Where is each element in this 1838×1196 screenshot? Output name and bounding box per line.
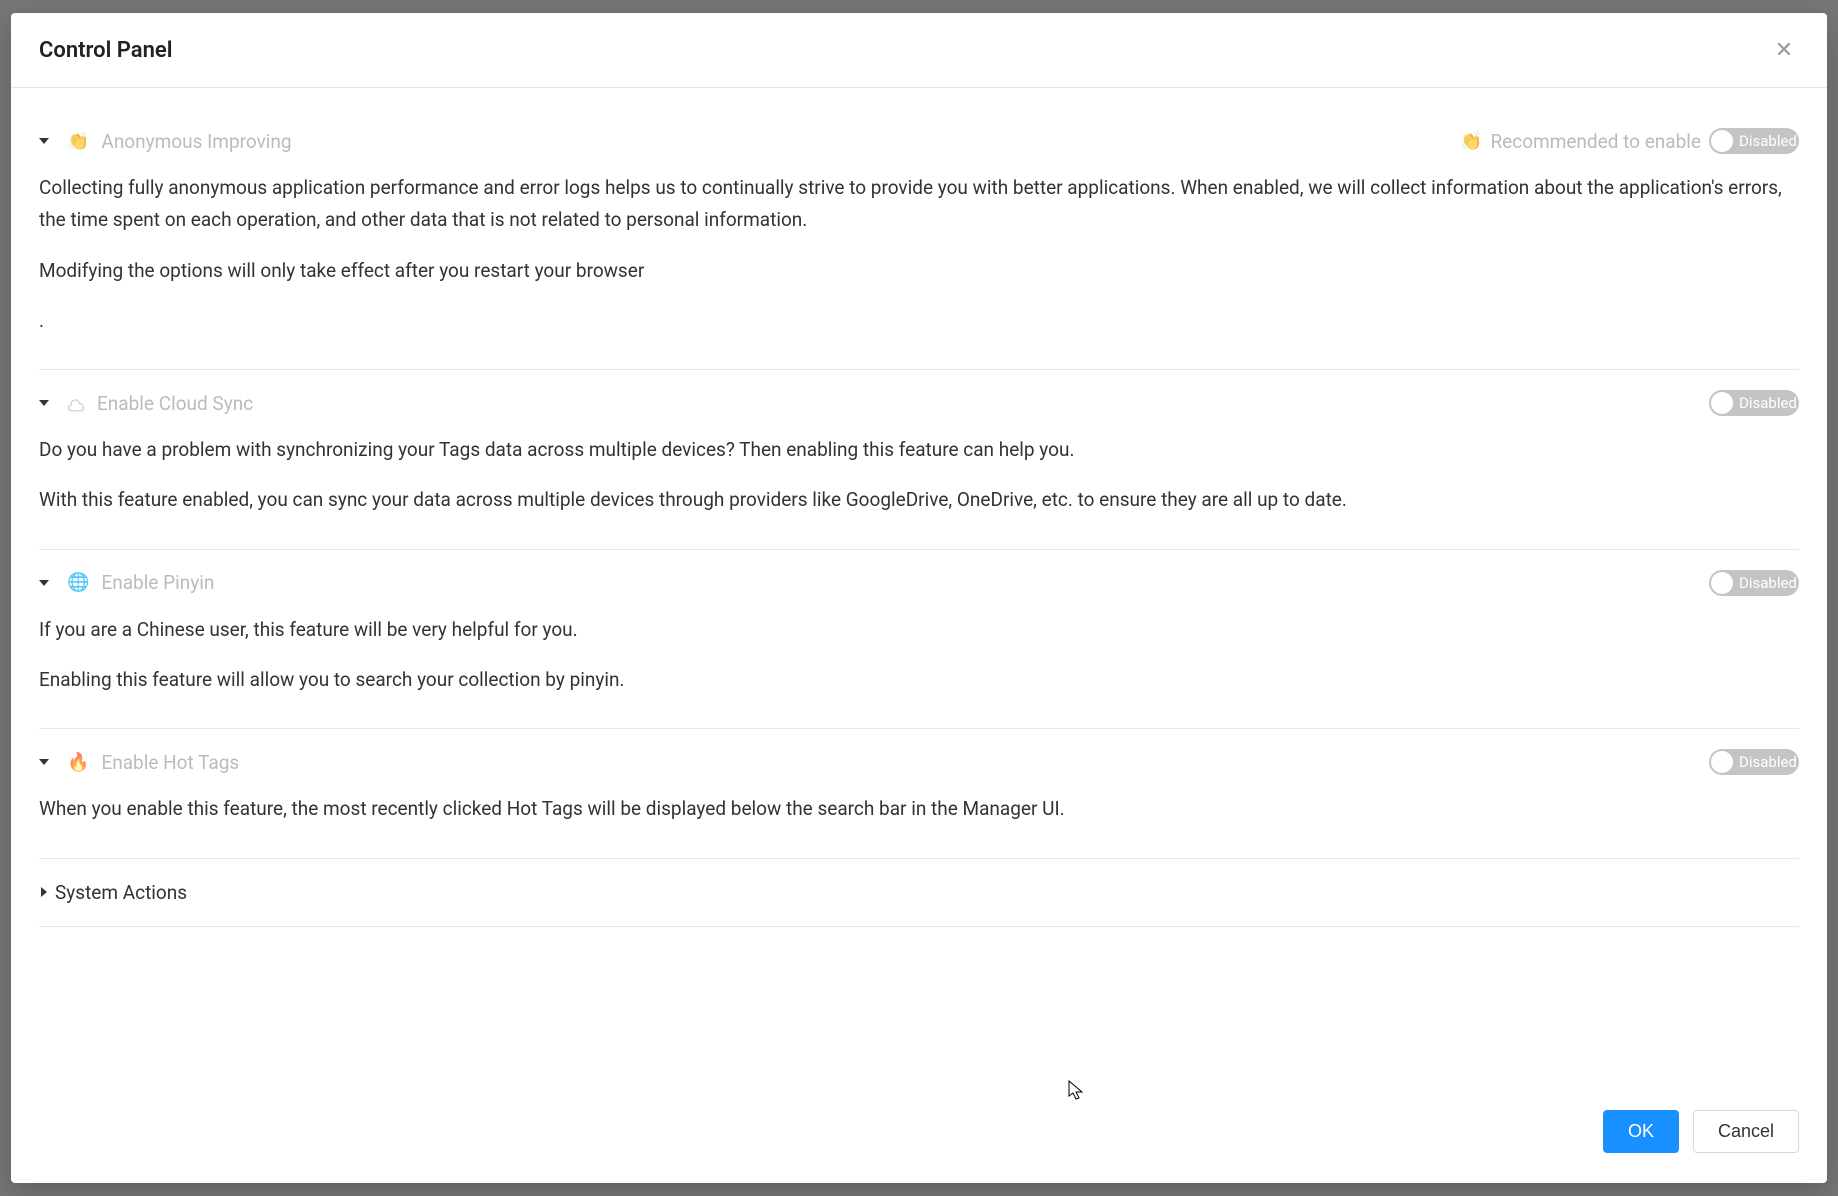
- section-header-left: Enable Cloud Sync: [39, 392, 253, 415]
- control-panel-modal: Control Panel ✕ 👏 Anonymous Improving 👏 …: [11, 13, 1827, 1183]
- section-anonymous-improving: 👏 Anonymous Improving 👏 Recommended to e…: [39, 108, 1799, 370]
- section-system-actions[interactable]: System Actions: [39, 859, 1799, 927]
- modal-footer: OK Cancel: [11, 1092, 1827, 1183]
- close-icon: ✕: [1775, 37, 1793, 63]
- section-title-cloud-sync: Enable Cloud Sync: [97, 392, 253, 415]
- section-header-pinyin[interactable]: 🌐 Enable Pinyin Disabled: [39, 570, 1799, 596]
- section-header-right: Disabled: [1709, 390, 1799, 416]
- section-cloud-sync: Enable Cloud Sync Disabled Do you have a…: [39, 370, 1799, 550]
- clap-icon: 👏: [1460, 131, 1482, 152]
- description-text: .: [39, 305, 1799, 337]
- chevron-down-icon: [39, 138, 49, 144]
- section-pinyin: 🌐 Enable Pinyin Disabled If you are a Ch…: [39, 550, 1799, 730]
- section-header-right: Disabled: [1709, 749, 1799, 775]
- toggle-knob: [1711, 572, 1733, 594]
- section-hot-tags: 🔥 Enable Hot Tags Disabled When you enab…: [39, 729, 1799, 858]
- section-content-pinyin: If you are a Chinese user, this feature …: [39, 596, 1799, 709]
- description-text: If you are a Chinese user, this feature …: [39, 614, 1799, 646]
- section-content-cloud-sync: Do you have a problem with synchronizing…: [39, 416, 1799, 529]
- globe-icon: 🌐: [67, 572, 89, 593]
- section-title-pinyin: Enable Pinyin: [101, 571, 214, 594]
- toggle-cloud-sync[interactable]: Disabled: [1709, 390, 1799, 416]
- section-header-right: 👏 Recommended to enable Disabled: [1460, 128, 1799, 154]
- cloud-icon: [67, 397, 85, 409]
- description-text: Enabling this feature will allow you to …: [39, 664, 1799, 696]
- chevron-down-icon: [39, 759, 49, 765]
- section-header-anonymous[interactable]: 👏 Anonymous Improving 👏 Recommended to e…: [39, 128, 1799, 154]
- modal-header: Control Panel ✕: [11, 13, 1827, 88]
- toggle-label: Disabled: [1739, 394, 1797, 412]
- section-header-cloud-sync[interactable]: Enable Cloud Sync Disabled: [39, 390, 1799, 416]
- modal-body[interactable]: 👏 Anonymous Improving 👏 Recommended to e…: [11, 88, 1827, 1092]
- section-content-anonymous: Collecting fully anonymous application p…: [39, 154, 1799, 349]
- toggle-anonymous[interactable]: Disabled: [1709, 128, 1799, 154]
- fire-icon: 🔥: [67, 752, 89, 773]
- toggle-knob: [1711, 130, 1733, 152]
- modal-title: Control Panel: [39, 38, 172, 63]
- toggle-knob: [1711, 751, 1733, 773]
- toggle-hot-tags[interactable]: Disabled: [1709, 749, 1799, 775]
- cancel-button[interactable]: Cancel: [1693, 1110, 1799, 1153]
- section-header-right: Disabled: [1709, 570, 1799, 596]
- close-button[interactable]: ✕: [1769, 35, 1799, 65]
- section-content-hot-tags: When you enable this feature, the most r…: [39, 775, 1799, 837]
- toggle-pinyin[interactable]: Disabled: [1709, 570, 1799, 596]
- section-title-hot-tags: Enable Hot Tags: [101, 751, 239, 774]
- description-text: With this feature enabled, you can sync …: [39, 484, 1799, 516]
- clap-icon: 👏: [67, 131, 89, 152]
- section-header-left: 👏 Anonymous Improving: [39, 130, 292, 153]
- section-header-hot-tags[interactable]: 🔥 Enable Hot Tags Disabled: [39, 749, 1799, 775]
- chevron-down-icon: [39, 580, 49, 586]
- ok-button[interactable]: OK: [1603, 1110, 1679, 1153]
- section-title-system-actions: System Actions: [55, 881, 187, 904]
- recommend-label: Recommended to enable: [1490, 130, 1701, 153]
- description-text: Collecting fully anonymous application p…: [39, 172, 1799, 237]
- toggle-label: Disabled: [1739, 132, 1797, 150]
- description-text: Do you have a problem with synchronizing…: [39, 434, 1799, 466]
- toggle-label: Disabled: [1739, 753, 1797, 771]
- section-header-left: 🌐 Enable Pinyin: [39, 571, 214, 594]
- section-title-anonymous: Anonymous Improving: [101, 130, 291, 153]
- description-text: Modifying the options will only take eff…: [39, 255, 1799, 287]
- toggle-label: Disabled: [1739, 574, 1797, 592]
- chevron-down-icon: [39, 400, 49, 406]
- description-text: When you enable this feature, the most r…: [39, 793, 1799, 825]
- chevron-right-icon: [41, 887, 47, 897]
- toggle-knob: [1711, 392, 1733, 414]
- section-header-left: 🔥 Enable Hot Tags: [39, 751, 239, 774]
